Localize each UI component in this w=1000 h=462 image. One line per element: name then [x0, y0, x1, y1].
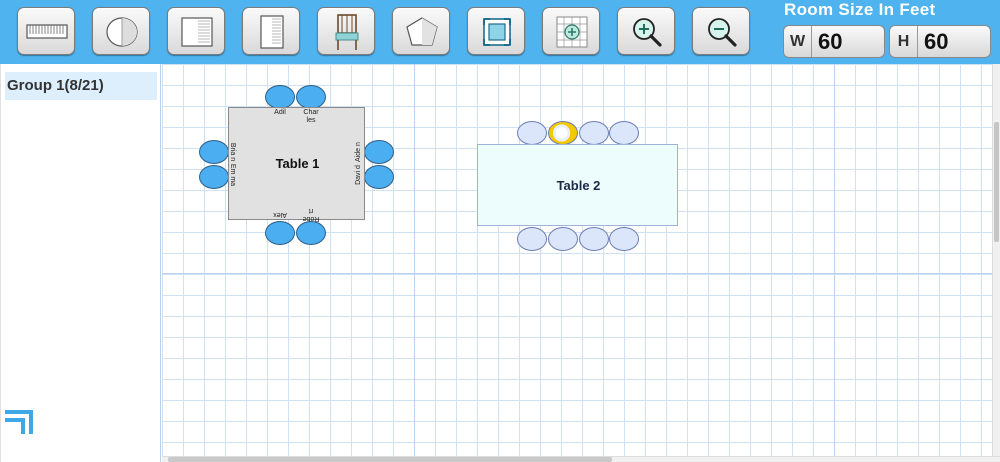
seat-empty[interactable] [579, 121, 609, 145]
room-size-title: Room Size In Feet [784, 0, 936, 19]
height-label: H [890, 26, 918, 57]
square-table-button[interactable] [167, 7, 225, 55]
chair-icon [335, 14, 359, 50]
group-item[interactable]: Group 1(8/21) [5, 72, 157, 100]
wall-ruler-button[interactable] [17, 7, 75, 55]
seat-assigned[interactable] [364, 140, 394, 164]
table-label: Table 1 [275, 156, 320, 171]
seating-planner: Room Size In Feet W 60 H 60 Group 1(8/21… [0, 0, 1000, 462]
seat-assigned[interactable] [265, 85, 295, 109]
guest-name: Davi d [355, 165, 362, 185]
seat-assigned[interactable] [296, 221, 326, 245]
guest-name: Aide n [355, 142, 362, 162]
pentagon-shape-icon [406, 17, 438, 46]
seat-empty[interactable] [609, 121, 639, 145]
seat-selected[interactable] [548, 121, 578, 145]
guest-name: Char les [303, 109, 319, 124]
width-label: W [784, 26, 812, 57]
fit-to-screen-icon [483, 18, 511, 46]
guest-name: Em ma [229, 163, 236, 187]
vertical-scrollbar-thumb[interactable] [994, 122, 999, 242]
square-table-icon [181, 17, 213, 47]
room-width-field[interactable]: W 60 [783, 25, 885, 58]
fit-to-screen-button[interactable] [467, 7, 525, 55]
grid-major-line [834, 64, 835, 456]
grid-add-button[interactable] [542, 7, 600, 55]
toolbar: Room Size In Feet W 60 H 60 [0, 0, 1000, 64]
collapse-sidebar-icon[interactable] [3, 404, 41, 438]
grid-major-line [162, 273, 992, 274]
seat-empty[interactable] [579, 227, 609, 251]
guest-name: Robe rt [302, 207, 320, 222]
rect-table-icon [260, 15, 284, 49]
table-2[interactable]: Table 2 [477, 144, 678, 226]
seat-assigned[interactable] [265, 221, 295, 245]
pentagon-shape-button[interactable] [392, 7, 450, 55]
seat-assigned[interactable] [296, 85, 326, 109]
seat-empty[interactable] [609, 227, 639, 251]
zoom-in-button[interactable] [617, 7, 675, 55]
grid-add-icon [556, 16, 588, 48]
horizontal-scrollbar-thumb[interactable] [168, 457, 612, 462]
guest-name: Adil [274, 109, 286, 116]
table-1[interactable]: Table 1 [228, 107, 365, 220]
room-height-field[interactable]: H 60 [889, 25, 991, 58]
zoom-out-button[interactable] [692, 7, 750, 55]
seat-empty[interactable] [517, 227, 547, 251]
height-value[interactable]: 60 [924, 26, 948, 57]
seat-empty[interactable] [548, 227, 578, 251]
horizontal-scrollbar[interactable] [162, 456, 1000, 462]
round-table-icon [106, 17, 138, 47]
chair-button[interactable] [317, 7, 375, 55]
seat-assigned[interactable] [199, 140, 229, 164]
guest-name: Alex [273, 211, 287, 218]
guest-groups-sidebar: Group 1(8/21) [0, 64, 161, 462]
seat-assigned[interactable] [199, 165, 229, 189]
width-value[interactable]: 60 [818, 26, 842, 57]
round-table-button[interactable] [92, 7, 150, 55]
seat-empty[interactable] [517, 121, 547, 145]
vertical-scrollbar[interactable] [992, 64, 1000, 456]
zoom-in-icon [633, 18, 662, 47]
guest-name: Bria n [229, 142, 236, 162]
wall-ruler-icon [26, 24, 68, 39]
table-label: Table 2 [556, 178, 601, 193]
rect-table-button[interactable] [242, 7, 300, 55]
seat-assigned[interactable] [364, 165, 394, 189]
grid-major-line [414, 64, 415, 456]
zoom-out-icon [708, 18, 737, 47]
